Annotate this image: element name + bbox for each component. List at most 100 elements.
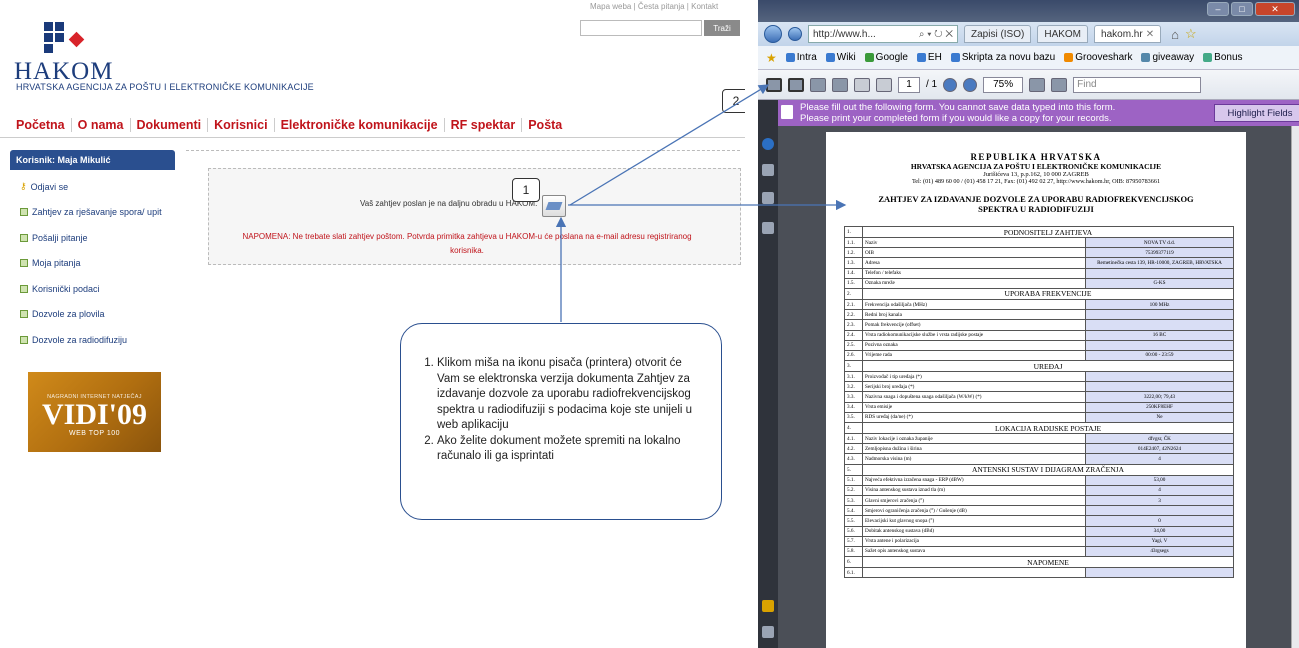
sidebar-item-dozvole-radiodifuzija[interactable]: Dozvole za radiodifuziju: [20, 335, 127, 345]
field-label: Vrsta radiokomunikacijske službe i vrsta…: [862, 329, 1086, 341]
close-icon[interactable]: ✕: [1255, 2, 1295, 16]
zoom-out-icon[interactable]: [943, 77, 958, 92]
tab-hakom-hr[interactable]: hakom.hr ✕: [1094, 25, 1162, 43]
print-icon[interactable]: [766, 77, 782, 92]
main-nav: Početna O nama Dokumenti Korisnici Elekt…: [10, 118, 568, 132]
pages-icon[interactable]: [762, 164, 774, 176]
field-value[interactable]: 4: [1085, 484, 1234, 496]
top-links[interactable]: Mapa weba | Česta pitanja | Kontakt: [590, 2, 718, 11]
form-section-row: 2. UPORABA FREKVENCIJE: [844, 287, 1234, 300]
field-value[interactable]: 16 BC: [1085, 329, 1234, 341]
fav-giveaway[interactable]: giveaway: [1141, 52, 1194, 63]
search-input[interactable]: [580, 20, 702, 36]
section-title: LOKACIJA RADIJSKE POSTAJE: [862, 422, 1234, 434]
field-value[interactable]: 34,00: [1085, 525, 1234, 537]
maximize-icon[interactable]: □: [1231, 2, 1253, 16]
comments-icon[interactable]: [762, 600, 774, 612]
field-value[interactable]: [1085, 381, 1234, 393]
address-input[interactable]: http://www.h... ⌕ ▾ ↻ ✕: [808, 25, 958, 43]
field-value[interactable]: [1085, 309, 1234, 321]
row-number: 6.: [844, 556, 863, 569]
nav-item-pocetna[interactable]: Početna: [10, 118, 72, 132]
hakom-logo[interactable]: [44, 22, 94, 56]
field-value[interactable]: [1085, 567, 1234, 579]
paperclip-icon[interactable]: [762, 626, 774, 638]
field-value[interactable]: G-KS: [1085, 277, 1234, 289]
printer-icon[interactable]: [542, 195, 566, 217]
save-icon[interactable]: [788, 77, 804, 92]
next-page-icon[interactable]: [876, 77, 892, 92]
highlight-fields-button[interactable]: Highlight Fields: [1214, 104, 1299, 122]
field-value[interactable]: [1085, 319, 1234, 331]
minimize-icon[interactable]: –: [1207, 2, 1229, 16]
nav-item-elektronicke-komunikacije[interactable]: Elektroničke komunikacije: [275, 118, 445, 132]
field-value[interactable]: [1085, 505, 1234, 517]
home-icon[interactable]: ⌂: [1171, 27, 1179, 42]
field-value[interactable]: 53,00: [1085, 474, 1234, 486]
form-row: 2.6. Vrijeme rada 00:00 - 23:59: [844, 349, 1234, 362]
field-value[interactable]: 75399377119: [1085, 247, 1234, 259]
tab-hakom[interactable]: HAKOM: [1037, 25, 1089, 43]
field-value[interactable]: Ne: [1085, 411, 1234, 424]
field-value[interactable]: 250KF8EHF: [1085, 401, 1234, 413]
vidi-banner[interactable]: NAGRADNI INTERNET NATJEČAJ VIDI'09 WEB T…: [28, 372, 161, 452]
zoom-select[interactable]: 75%: [983, 76, 1024, 93]
settings-icon[interactable]: [810, 77, 826, 92]
scrollbar[interactable]: [1291, 126, 1299, 648]
page-number-input[interactable]: 1: [898, 76, 920, 93]
fav-bonus[interactable]: Bonus: [1203, 52, 1243, 63]
field-value[interactable]: [1085, 371, 1234, 383]
field-value[interactable]: Remetinečka cesta 139, HR-10000, ZAGREB,…: [1085, 257, 1234, 269]
nav-item-korisnici[interactable]: Korisnici: [208, 118, 275, 132]
fav-wiki[interactable]: Wiki: [825, 52, 856, 63]
field-value[interactable]: [1085, 339, 1234, 351]
field-value[interactable]: 00:00 - 23:59: [1085, 349, 1234, 362]
fit-width-icon[interactable]: [1051, 77, 1068, 92]
back-icon[interactable]: [764, 25, 782, 43]
field-value[interactable]: [1085, 267, 1234, 279]
sidebar-item-korisnicki-podaci[interactable]: Korisnički podaci: [20, 284, 100, 294]
refresh-icon[interactable]: ⌕ ▾ ↻ ✕: [919, 29, 953, 40]
fit-page-icon[interactable]: [1029, 77, 1046, 92]
signature-icon[interactable]: [762, 222, 774, 234]
forward-icon[interactable]: [788, 27, 802, 41]
attachments-icon[interactable]: [762, 192, 774, 204]
field-label: Oznaka mreže: [862, 277, 1086, 289]
fav-google[interactable]: Google: [864, 52, 908, 63]
fav-intra[interactable]: Intra: [785, 52, 817, 63]
field-value[interactable]: NOVA TV d.d.: [1085, 236, 1234, 249]
sidebar-item-posalji-pitanje[interactable]: Pošalji pitanje: [20, 233, 88, 243]
info-icon[interactable]: [762, 138, 774, 150]
tab-close-icon[interactable]: ✕: [1146, 29, 1154, 40]
fav-eh[interactable]: EH: [916, 52, 942, 63]
zoom-in-icon[interactable]: [963, 77, 978, 92]
nav-item-posta[interactable]: Pošta: [522, 118, 568, 132]
field-value[interactable]: 014E2407, 42N2624: [1085, 443, 1234, 455]
prev-page-icon[interactable]: [854, 77, 870, 92]
search-button[interactable]: Traži: [704, 20, 740, 36]
field-value[interactable]: 3222,00; 79,43: [1085, 391, 1234, 403]
nav-item-rf-spektar[interactable]: RF spektar: [445, 118, 523, 132]
field-value[interactable]: 0: [1085, 515, 1234, 527]
favorites-icon[interactable]: ★: [766, 51, 777, 65]
tab-zapisi[interactable]: Zapisi (ISO): [964, 25, 1032, 43]
sidebar-item-odjavi[interactable]: ⚷ Odjavi se: [20, 181, 68, 192]
sidebar-item-moja-pitanja[interactable]: Moja pitanja: [20, 258, 81, 268]
find-input[interactable]: Find: [1073, 76, 1202, 93]
sidebar-item-zahtjev-spor[interactable]: Zahtjev za rješavanje spora/ upit: [20, 207, 162, 217]
favorites-star-icon[interactable]: ☆: [1185, 26, 1197, 42]
field-value[interactable]: Yagi, V: [1085, 535, 1234, 547]
tools-icon[interactable]: [832, 77, 848, 92]
fav-grooveshark[interactable]: Grooveshark: [1064, 52, 1132, 63]
sidebar-item-dozvole-plovila[interactable]: Dozvole za plovila: [20, 309, 105, 319]
field-value[interactable]: dfvgsr, ČK: [1085, 432, 1234, 445]
nav-item-o-nama[interactable]: O nama: [72, 118, 131, 132]
field-label: Telefon / telefaks: [862, 267, 1086, 279]
field-value[interactable]: 3: [1085, 494, 1234, 507]
field-value[interactable]: 4: [1085, 453, 1234, 465]
nav-divider: [0, 137, 745, 138]
fav-skripta[interactable]: Skripta za novu bazu: [950, 52, 1055, 63]
nav-item-dokumenti[interactable]: Dokumenti: [131, 118, 209, 132]
field-value[interactable]: 43rgsegs: [1085, 545, 1234, 558]
field-value[interactable]: 100 MHz: [1085, 298, 1234, 311]
